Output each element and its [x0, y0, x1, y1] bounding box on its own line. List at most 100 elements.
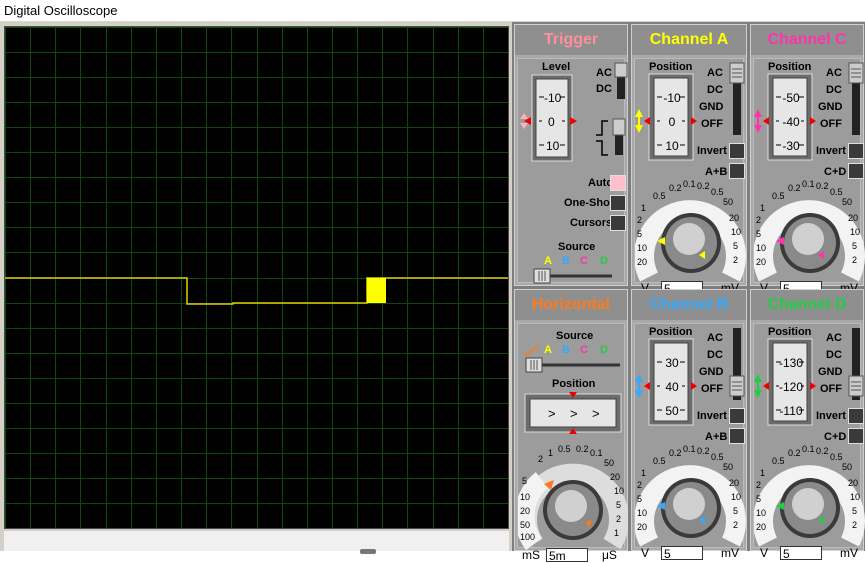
horizontal-timebase-value[interactable]: 5m	[546, 548, 588, 563]
horizontal-source-d[interactable]: D	[600, 344, 608, 356]
channel-b-volts-dial[interactable]: 0.50.2 0.1 0.2 0.550 2010 52 12 510 20	[635, 442, 747, 550]
trace-marker	[367, 278, 386, 303]
channel-d-invert-button[interactable]	[848, 408, 864, 424]
control-panels: Trigger Level -10 0 10 AC DC Auto One-Sh…	[512, 22, 865, 563]
channel-a-invert-button[interactable]	[729, 143, 745, 159]
svg-text:100: 100	[520, 532, 535, 542]
channel-c-title: Channel C	[751, 25, 863, 55]
trigger-source-b[interactable]: B	[562, 255, 570, 267]
horizontal-source-b[interactable]: B	[562, 344, 570, 356]
channel-c-volts-dial[interactable]: 0.50.2 0.1 0.2 0.550 2010 52 12 510 20	[754, 177, 865, 285]
channel-c-scale-2: -30	[782, 139, 800, 153]
trigger-auto-button[interactable]	[610, 175, 626, 191]
channel-c-mode-off[interactable]: OFF	[820, 118, 842, 130]
trigger-cursors-button[interactable]	[610, 215, 626, 231]
channel-d-mode-dc[interactable]: DC	[826, 349, 842, 361]
svg-text:20: 20	[756, 257, 766, 267]
horizontal-timebase-dial[interactable]: 21 0.5 0.2 0.150 2010 52 1 510 2050 100	[518, 440, 628, 552]
channel-a-coupling-switch[interactable]	[729, 61, 745, 137]
channel-b-volts-value[interactable]: 5	[661, 546, 703, 561]
channel-a-mode-gnd[interactable]: GND	[699, 101, 723, 113]
trigger-scale-0: -10	[544, 91, 562, 105]
channel-a-title: Channel A	[632, 25, 746, 55]
channel-b-mode-dc[interactable]: DC	[707, 349, 723, 361]
svg-text:2: 2	[733, 520, 738, 530]
trigger-source-d[interactable]: D	[600, 255, 608, 267]
trigger-coupling-dc[interactable]: DC	[596, 83, 612, 95]
horizontal-source-a[interactable]: A	[544, 344, 552, 356]
horizontal-unit-ms: mS	[522, 548, 540, 562]
channel-d-coupling-switch[interactable]	[848, 326, 864, 402]
svg-text:10: 10	[637, 243, 647, 253]
channel-b-coupling-switch[interactable]	[729, 326, 745, 402]
channel-b-mode-ac[interactable]: AC	[707, 332, 723, 344]
trigger-source-a[interactable]: A	[544, 255, 552, 267]
horizontal-controls: Source A B C D Position > > > 2 1 0.5 0.…	[517, 323, 628, 563]
channel-a-mode-dc[interactable]: DC	[707, 84, 723, 96]
svg-text:20: 20	[729, 478, 739, 488]
channel-c-invert-button[interactable]	[848, 143, 864, 159]
channel-b-invert-button[interactable]	[729, 408, 745, 424]
svg-text:0.5: 0.5	[558, 444, 571, 454]
status-bar	[4, 531, 509, 554]
trigger-source-slider[interactable]	[532, 267, 614, 285]
svg-text:2: 2	[756, 480, 761, 490]
trigger-scale-2: 10	[546, 139, 560, 153]
svg-text:5: 5	[733, 241, 738, 251]
trigger-scale-1: 0	[548, 115, 555, 129]
svg-text:20: 20	[637, 522, 647, 532]
trigger-oneshot-button[interactable]	[610, 195, 626, 211]
svg-text:20: 20	[756, 522, 766, 532]
trigger-coupling-switch[interactable]	[614, 61, 628, 101]
trigger-edge-switch[interactable]	[594, 117, 628, 157]
svg-text:2: 2	[852, 255, 857, 265]
channel-b-mode-gnd[interactable]: GND	[699, 366, 723, 378]
svg-text:2: 2	[616, 514, 621, 524]
svg-text:0.2: 0.2	[788, 183, 801, 193]
waveform-display	[5, 27, 509, 529]
channel-a-volts-dial[interactable]: 0.50.2 0.1 0.2 0.550 2010 52 12 510 20	[635, 177, 747, 285]
channel-c-coupling-switch[interactable]	[848, 61, 864, 137]
horizontal-unit-us: μS	[602, 548, 617, 562]
title-bar: Digital Oscilloscope	[0, 0, 865, 22]
channel-c-mode-dc[interactable]: DC	[826, 84, 842, 96]
horizontal-source-slider[interactable]	[524, 356, 622, 374]
channel-c-mode-gnd[interactable]: GND	[818, 101, 842, 113]
channel-c-controls: Position -50 -40 -30 AC DC GND OFF Inver…	[753, 58, 865, 296]
svg-text:1: 1	[641, 468, 646, 478]
channel-d-unit-v: V	[760, 546, 769, 560]
channel-b-mode-off[interactable]: OFF	[701, 383, 723, 395]
channel-d-volts-value[interactable]: 5	[780, 546, 822, 561]
trigger-source-c[interactable]: C	[580, 255, 588, 267]
svg-text:1: 1	[760, 203, 765, 213]
svg-text:2: 2	[538, 454, 543, 464]
svg-text:20: 20	[848, 478, 858, 488]
channel-c-mode-ac[interactable]: AC	[826, 67, 842, 79]
svg-text:0.5: 0.5	[830, 452, 843, 462]
svg-text:0.5: 0.5	[711, 452, 724, 462]
channel-d-mode-off[interactable]: OFF	[820, 383, 842, 395]
svg-text:5: 5	[852, 506, 857, 516]
trigger-mode-oneshot-label: One-Shot	[564, 197, 614, 209]
channel-d-mode-ac[interactable]: AC	[826, 332, 842, 344]
svg-text:0.2: 0.2	[788, 448, 801, 458]
horizontal-source-c[interactable]: C	[580, 344, 588, 356]
svg-text:0.1: 0.1	[802, 444, 815, 454]
oscilloscope-screen[interactable]	[4, 26, 509, 529]
channel-b-title: Channel B	[632, 290, 746, 320]
svg-text:10: 10	[756, 508, 766, 518]
horizontal-position-control[interactable]: > > >	[524, 390, 622, 436]
svg-text:2: 2	[852, 520, 857, 530]
channel-d-position-label: Position	[768, 326, 812, 338]
channel-a-mode-off[interactable]: OFF	[701, 118, 723, 130]
svg-text:0.2: 0.2	[576, 444, 589, 454]
channel-d-volts-dial[interactable]: 0.50.2 0.1 0.2 0.550 2010 52 12 510 20	[754, 442, 865, 550]
svg-text:20: 20	[520, 506, 530, 516]
svg-text:5: 5	[733, 506, 738, 516]
trigger-coupling-ac[interactable]: AC	[596, 67, 612, 79]
channel-a-mode-ac[interactable]: AC	[707, 67, 723, 79]
window-title: Digital Oscilloscope	[4, 3, 118, 18]
svg-text:0.2: 0.2	[669, 448, 682, 458]
channel-d-mode-gnd[interactable]: GND	[818, 366, 842, 378]
resize-grip[interactable]	[360, 549, 376, 554]
